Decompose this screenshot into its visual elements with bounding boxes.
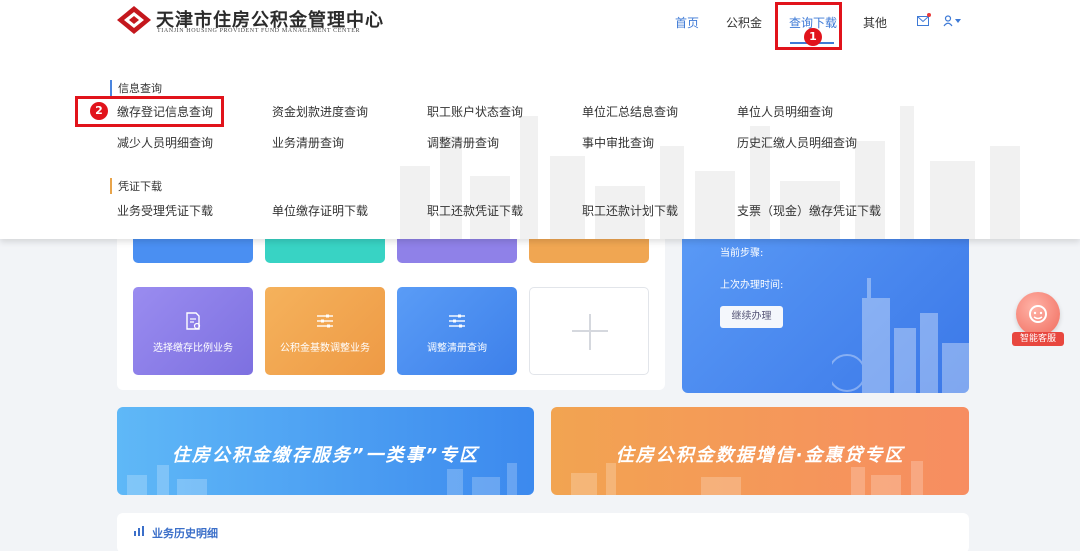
info-query-section-title: 信息查询 (110, 80, 162, 96)
business-history-section: 业务历史明细 (117, 513, 969, 551)
link-unit-deposit-certificate[interactable]: 单位缴存证明下载 (272, 202, 368, 219)
user-icon[interactable] (943, 15, 961, 27)
history-icon (134, 526, 144, 536)
buildings-illustration (832, 278, 969, 393)
smart-customer-service-label: 智能客服 (1012, 332, 1064, 346)
voucher-download-section-title: 凭证下载 (110, 178, 162, 194)
nav-fund[interactable]: 公积金 (726, 14, 762, 31)
org-name-en: TIANJIN HOUSING PROVIDENT FUND MANAGEMEN… (157, 28, 361, 34)
link-reduced-staff-detail-query[interactable]: 减少人员明细查询 (117, 134, 213, 151)
customer-service-icon (1029, 305, 1047, 323)
add-tile-button[interactable] (529, 287, 649, 375)
document-icon (186, 312, 201, 330)
business-history-title: 业务历史明细 (152, 527, 218, 540)
banner-credit-loan-text: 住房公积金数据增信·金惠贷专区 (615, 445, 905, 466)
link-unit-staff-detail-query[interactable]: 单位人员明细查询 (737, 103, 833, 120)
mail-icon[interactable] (917, 16, 929, 26)
link-adjustment-register-query[interactable]: 调整清册查询 (427, 134, 499, 151)
annotation-step-2: 2 (90, 102, 108, 120)
sliders-icon (449, 314, 465, 328)
plus-icon-vertical (589, 314, 591, 350)
link-business-register-query[interactable]: 业务清册查询 (272, 134, 344, 151)
top-header: 天津市住房公积金管理中心 TIANJIN HOUSING PROVIDENT F… (0, 0, 1080, 46)
link-check-cash-deposit-voucher[interactable]: 支票（现金）缴存凭证下载 (737, 202, 881, 219)
continue-button[interactable]: 继续办理 (720, 306, 783, 328)
smart-customer-service-widget[interactable]: 智能客服 (1012, 292, 1064, 348)
tile-adjustment-register-label: 调整清册查询 (427, 343, 487, 354)
diamond-logo-icon[interactable] (116, 5, 152, 35)
tile-base-adjustment-label: 公积金基数调整业务 (280, 343, 370, 354)
link-in-process-approval-query[interactable]: 事中审批查询 (582, 134, 654, 151)
link-employee-account-status-query[interactable]: 职工账户状态查询 (427, 103, 523, 120)
last-time-label: 上次办理时间: (720, 280, 784, 291)
tile-deposit-ratio-label: 选择缴存比例业务 (153, 343, 233, 354)
link-employee-repayment-plan[interactable]: 职工还款计划下载 (582, 202, 678, 219)
link-fund-transfer-progress-query[interactable]: 资金划款进度查询 (272, 103, 368, 120)
nav-home[interactable]: 首页 (675, 14, 699, 31)
banner-deposit-service-text: 住房公积金缴存服务”一类事”专区 (171, 445, 480, 466)
link-business-acceptance-voucher[interactable]: 业务受理凭证下载 (117, 202, 213, 219)
mail-notification-dot (927, 13, 931, 17)
current-step-label: 当前步骤: (720, 248, 764, 259)
banner-deposit-service-zone[interactable]: 住房公积金缴存服务”一类事”专区 (117, 407, 534, 495)
nav-other[interactable]: 其他 (863, 14, 887, 31)
link-historical-staff-detail-query[interactable]: 历史汇缴人员明细查询 (737, 134, 857, 151)
annotation-step-1: 1 (804, 28, 822, 46)
tile-base-adjustment[interactable]: 公积金基数调整业务 (265, 287, 385, 375)
progress-card: 当前步骤: 上次办理时间: 继续办理 (682, 228, 969, 393)
link-employee-repayment-voucher[interactable]: 职工还款凭证下载 (427, 202, 523, 219)
query-download-dropdown: 信息查询 缴存登记信息查询 资金划款进度查询 职工账户状态查询 单位汇总结息查询… (0, 46, 1080, 239)
sliders-icon (317, 314, 333, 328)
banner-credit-loan-zone[interactable]: 住房公积金数据增信·金惠贷专区 (551, 407, 969, 495)
link-unit-interest-summary-query[interactable]: 单位汇总结息查询 (582, 103, 678, 120)
tile-deposit-ratio[interactable]: 选择缴存比例业务 (133, 287, 253, 375)
tile-adjustment-register[interactable]: 调整清册查询 (397, 287, 517, 375)
